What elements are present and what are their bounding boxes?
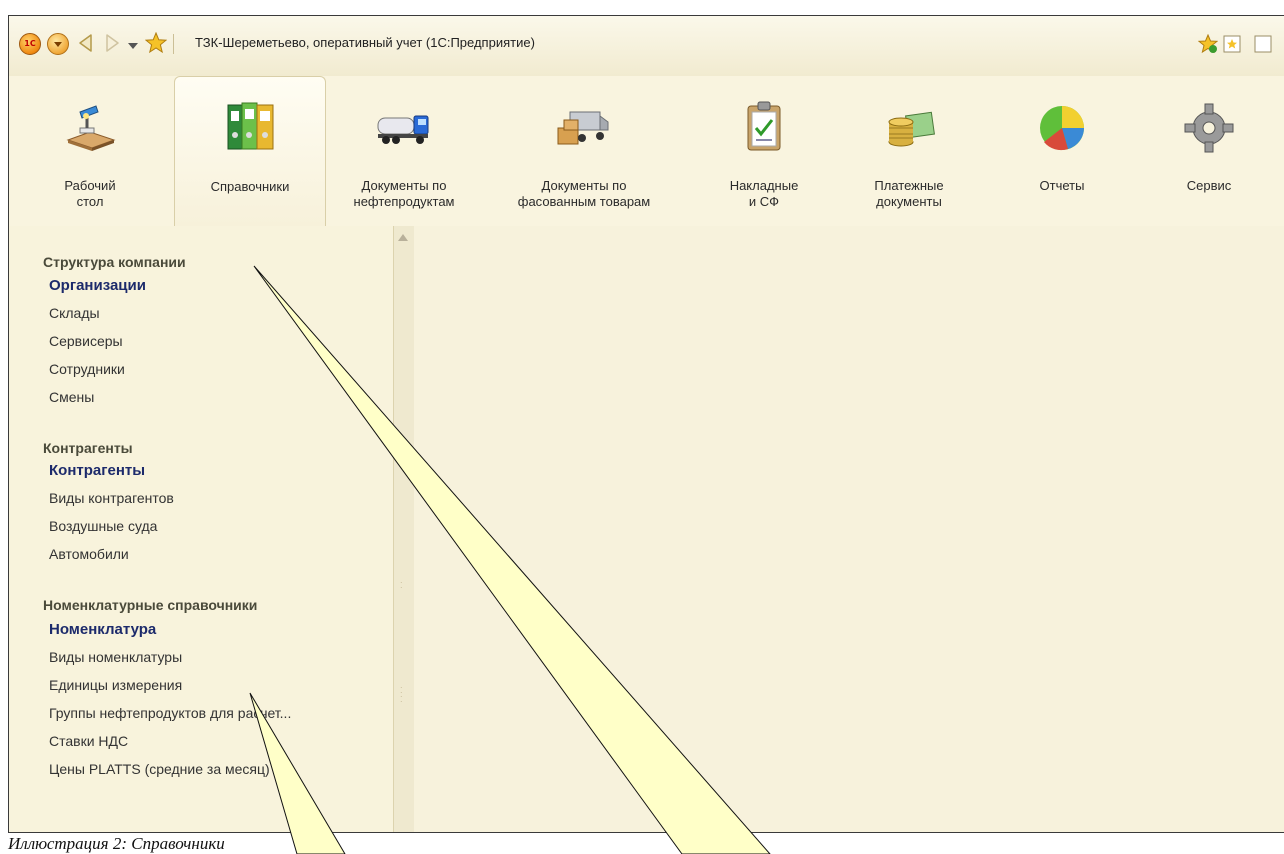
nav-link-fuel-groups[interactable]: Группы нефтепродуктов для расчет... <box>49 705 291 721</box>
nav-link-counterparties[interactable]: Контрагенты <box>49 462 145 479</box>
nav-link-employees[interactable]: Сотрудники <box>49 361 125 377</box>
section-label: Отчеты <box>1039 178 1085 193</box>
section-packaged-documents[interactable]: Документы по фасованным товарам <box>489 76 679 226</box>
section-service[interactable]: Сервис <box>1159 76 1259 226</box>
section-label: Платежные документы <box>874 178 944 209</box>
nav-link-warehouses[interactable]: Склады <box>49 305 100 321</box>
nav-link-organizations[interactable]: Организации <box>49 277 146 294</box>
history-dropdown-icon[interactable] <box>127 38 139 56</box>
navigation-scrollbar[interactable]: ⁚ ⁚ ⁚ <box>393 226 414 832</box>
gear-icon <box>1181 98 1237 154</box>
section-fuel-documents[interactable]: Документы по нефтепродуктам <box>329 76 479 226</box>
logo-text: 1С <box>24 39 36 48</box>
window-title: ТЗК-Шереметьево, оперативный учет (1С:Пр… <box>195 35 535 50</box>
group-company-structure: Структура компании <box>43 254 186 270</box>
nav-link-platts-prices[interactable]: Цены PLATTS (средние за месяц) <box>49 761 270 777</box>
nav-link-vat-rates[interactable]: Ставки НДС <box>49 733 128 749</box>
work-area <box>414 226 1284 832</box>
scroll-up-arrow-icon[interactable] <box>398 234 408 241</box>
nav-link-counterparty-types[interactable]: Виды контрагентов <box>49 490 174 506</box>
scroll-grip-icon: ⁚ ⁚ <box>400 686 403 704</box>
section-label: Сервис <box>1186 178 1232 193</box>
sections-panel: Рабочий стол Справочники Документы по не… <box>9 76 1284 226</box>
app-logo-button[interactable]: 1С <box>19 33 41 55</box>
binders-icon <box>222 99 278 155</box>
figure-caption: Иллюстрация 2: Справочники <box>8 834 225 853</box>
section-invoices[interactable]: Накладные и СФ <box>714 76 814 226</box>
nav-link-units[interactable]: Единицы измерения <box>49 677 182 693</box>
title-separator <box>173 34 174 54</box>
nav-link-nomenclature[interactable]: Номенклатура <box>49 621 156 638</box>
section-label: Справочники <box>210 179 290 194</box>
section-label: Рабочий стол <box>64 178 116 209</box>
favorites-panel-icon[interactable] <box>1222 34 1242 59</box>
section-directories[interactable]: Справочники <box>174 76 326 226</box>
add-favorites-icon[interactable] <box>1197 33 1219 59</box>
fuel-truck-icon <box>376 98 432 154</box>
nav-link-shifts[interactable]: Смены <box>49 389 94 405</box>
nav-link-aircraft[interactable]: Воздушные суда <box>49 518 157 534</box>
favorites-star-icon[interactable] <box>144 31 168 59</box>
group-nomenclature: Номенклатурные справочники <box>43 597 258 613</box>
navigation-panel: Структура компании Организации Склады Се… <box>9 226 414 832</box>
back-arrow-icon[interactable] <box>76 32 96 54</box>
forward-arrow-icon[interactable] <box>102 32 122 54</box>
section-reports[interactable]: Отчеты <box>1007 76 1117 226</box>
nav-link-nomenclature-types[interactable]: Виды номенклатуры <box>49 649 182 665</box>
window-menu-icon[interactable] <box>1253 34 1273 59</box>
main-menu-button[interactable] <box>47 33 69 55</box>
application-window: 1С ТЗК-Шереметьево, оперативный учет (1С… <box>8 15 1284 833</box>
group-counterparties: Контрагенты <box>43 440 133 456</box>
section-label: Документы по фасованным товарам <box>517 178 651 209</box>
section-desktop[interactable]: Рабочий стол <box>35 76 145 226</box>
section-label: Документы по нефтепродуктам <box>353 178 455 209</box>
nav-link-vehicles[interactable]: Автомобили <box>49 546 129 562</box>
money-coins-icon <box>881 98 937 154</box>
title-bar: 1С ТЗК-Шереметьево, оперативный учет (1С… <box>9 16 1284 76</box>
pie-chart-icon <box>1034 98 1090 154</box>
scroll-grip-icon: ⁚ <box>400 581 403 590</box>
nav-link-servicers[interactable]: Сервисеры <box>49 333 123 349</box>
desk-lamp-icon <box>62 98 118 154</box>
section-payment-documents[interactable]: Платежные документы <box>849 76 969 226</box>
section-label: Накладные и СФ <box>729 178 799 209</box>
delivery-van-icon <box>556 98 612 154</box>
clipboard-icon <box>736 98 792 154</box>
